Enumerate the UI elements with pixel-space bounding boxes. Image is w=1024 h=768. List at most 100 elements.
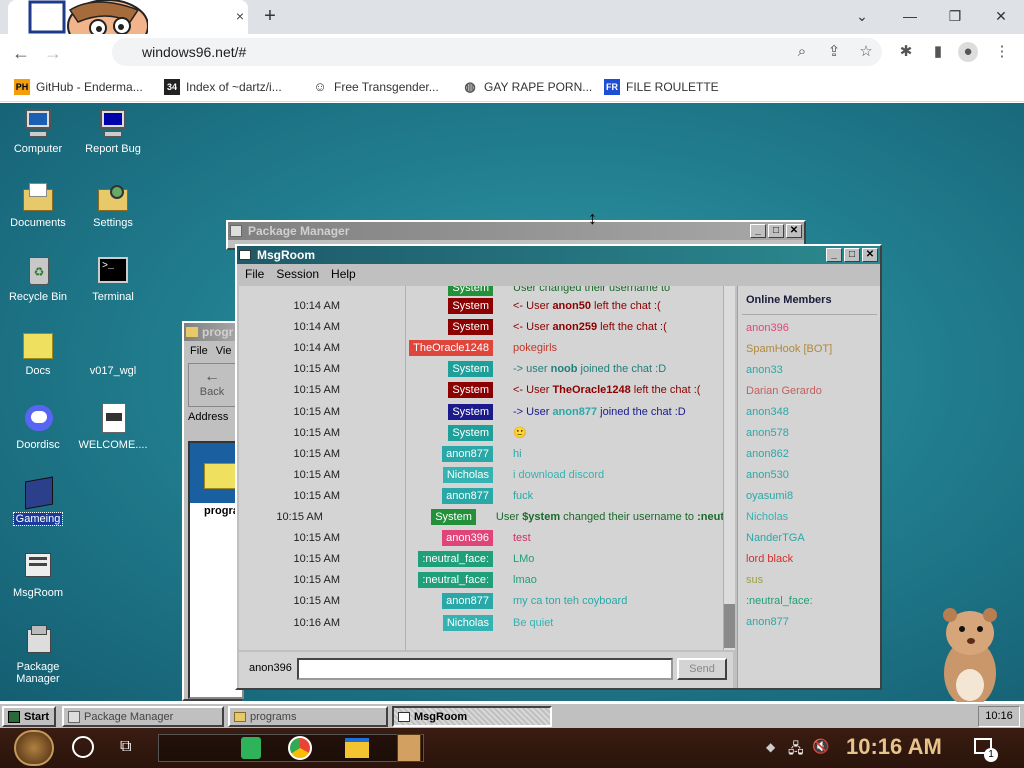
member-item[interactable]: anon348 bbox=[746, 406, 789, 418]
back-button[interactable]: ← Back bbox=[188, 363, 236, 407]
menu-kebab-icon[interactable]: ⋮ bbox=[992, 42, 1012, 62]
message-nick[interactable]: anon396 bbox=[442, 530, 493, 547]
message-nick[interactable]: System bbox=[448, 298, 493, 314]
close-window-icon[interactable]: ✕ bbox=[989, 6, 1013, 26]
network-icon[interactable]: 🖧 bbox=[788, 738, 804, 762]
member-item[interactable]: anon862 bbox=[746, 448, 789, 460]
new-tab-button[interactable]: + bbox=[260, 6, 280, 26]
desktop-icon-settings[interactable]: Settings bbox=[75, 181, 151, 229]
minimize-icon[interactable]: — bbox=[898, 6, 922, 26]
desktop-icon-doordisc[interactable]: Doordisc bbox=[0, 403, 76, 451]
member-item[interactable]: NanderTGA bbox=[746, 532, 805, 544]
host-clock[interactable]: 10:16 AM bbox=[846, 734, 942, 760]
member-item[interactable]: anon578 bbox=[746, 427, 789, 439]
tray-chevron-icon[interactable]: ◆ bbox=[766, 740, 775, 754]
member-item[interactable]: Darian Gerardo bbox=[746, 385, 822, 397]
search-circle-icon[interactable] bbox=[72, 736, 94, 758]
message-nick[interactable]: Nicholas bbox=[442, 614, 493, 631]
task-programs[interactable]: programs bbox=[228, 706, 388, 727]
browser-tab[interactable]: × bbox=[8, 0, 248, 53]
menu-file[interactable]: File bbox=[245, 267, 264, 281]
msgroom-titlebar[interactable]: MsgRoom _ □ ✕ bbox=[237, 246, 880, 264]
message-nick[interactable]: anon877 bbox=[442, 445, 493, 462]
maximize-icon[interactable]: □ bbox=[768, 224, 784, 238]
message-nick[interactable]: System bbox=[448, 403, 493, 420]
member-item[interactable]: :neutral_face: bbox=[746, 595, 813, 607]
minimize-icon[interactable]: _ bbox=[750, 224, 766, 238]
desktop-icon-msgroom[interactable]: MsgRoom bbox=[0, 551, 76, 599]
task-msgroom[interactable]: MsgRoom bbox=[392, 706, 552, 727]
sidebar-icon[interactable]: ▮ bbox=[928, 42, 948, 62]
start-orb-icon[interactable] bbox=[14, 730, 54, 766]
member-item[interactable]: anon877 bbox=[746, 616, 789, 628]
message-nick[interactable]: System bbox=[448, 424, 493, 441]
menu-help[interactable]: Help bbox=[331, 267, 356, 281]
task-view-icon[interactable]: ⧉ bbox=[120, 738, 131, 756]
member-item[interactable]: SpamHook [BOT] bbox=[746, 343, 832, 355]
file-explorer-icon[interactable] bbox=[345, 738, 369, 758]
bookmark-index[interactable]: 34 Index of ~dartz/i... bbox=[164, 78, 282, 96]
star-icon[interactable]: ☆ bbox=[856, 42, 876, 62]
desktop-icon-welcome[interactable]: WELCOME.... bbox=[75, 403, 151, 451]
desktop-icon-v017-wgl[interactable]: v017_wgl bbox=[75, 329, 151, 377]
chat-scrollbar[interactable] bbox=[723, 286, 735, 650]
message-input[interactable] bbox=[297, 658, 673, 680]
desktop-icon-terminal[interactable]: >_ Terminal bbox=[75, 255, 151, 303]
task-package-manager[interactable]: Package Manager bbox=[62, 706, 224, 727]
extensions-icon[interactable]: ✱ bbox=[896, 42, 916, 62]
message-nick[interactable]: System bbox=[448, 319, 493, 336]
desktop-icon-docs[interactable]: Docs bbox=[0, 329, 76, 377]
start-button[interactable]: Start bbox=[2, 706, 56, 727]
message-nick[interactable]: System bbox=[448, 361, 493, 378]
close-icon[interactable]: ✕ bbox=[862, 248, 878, 262]
member-item[interactable]: sus bbox=[746, 574, 763, 586]
member-item[interactable]: anon530 bbox=[746, 469, 789, 481]
desktop-icon-recycle-bin[interactable]: ♻ Recycle Bin bbox=[0, 255, 76, 303]
message-nick[interactable]: :neutral_face: bbox=[418, 572, 493, 589]
member-item[interactable]: Nicholas bbox=[746, 511, 788, 523]
programs-titlebar[interactable]: progr bbox=[184, 323, 240, 341]
forward-arrow-icon[interactable]: → bbox=[42, 42, 64, 64]
desktop-icon-documents[interactable]: Documents bbox=[0, 181, 76, 229]
sheets-icon[interactable] bbox=[241, 737, 261, 759]
desktop-icon-computer[interactable]: Computer bbox=[0, 107, 76, 155]
profile-icon[interactable]: ● bbox=[958, 42, 978, 62]
back-arrow-icon[interactable]: ← bbox=[10, 42, 32, 64]
bookmark-fourth[interactable]: ◍ GAY RAPE PORN... bbox=[462, 78, 592, 96]
bookmark-file-roulette[interactable]: FR FILE ROULETTE bbox=[604, 78, 719, 96]
maximize-icon[interactable]: □ bbox=[844, 248, 860, 262]
folder-icon[interactable] bbox=[204, 463, 236, 489]
message-nick[interactable]: :neutral_face: bbox=[418, 551, 493, 568]
restore-icon[interactable]: ❐ bbox=[943, 6, 967, 26]
close-icon[interactable]: ✕ bbox=[786, 224, 802, 238]
chat-log[interactable]: System User changed their username to 10:1… bbox=[239, 286, 733, 650]
tab-search-icon[interactable]: ⌄ bbox=[850, 6, 874, 26]
close-tab-icon[interactable]: × bbox=[232, 8, 248, 24]
member-item[interactable]: anon396 bbox=[746, 322, 789, 334]
desktop-icon-gameing[interactable]: Gameing bbox=[0, 476, 76, 526]
message-nick[interactable]: Nicholas bbox=[442, 466, 493, 483]
message-nick[interactable]: anon877 bbox=[442, 593, 493, 610]
chrome-icon[interactable] bbox=[288, 736, 312, 760]
message-nick[interactable]: anon877 bbox=[442, 487, 493, 504]
app-thumbnail-icon[interactable] bbox=[397, 734, 421, 762]
message-nick[interactable]: System bbox=[448, 382, 493, 399]
message-nick[interactable]: System bbox=[431, 509, 476, 525]
member-item[interactable]: oyasumi8 bbox=[746, 490, 793, 502]
package-manager-titlebar[interactable]: Package Manager _ □ ✕ bbox=[228, 222, 804, 240]
member-item[interactable]: lord black bbox=[746, 553, 793, 565]
bookmark-github[interactable]: PH GitHub - Enderma... bbox=[14, 78, 143, 96]
menu-session[interactable]: Session bbox=[276, 267, 319, 281]
message-nick[interactable]: TheOracle1248 bbox=[409, 340, 493, 357]
bookmark-free[interactable]: ☺ Free Transgender... bbox=[312, 78, 438, 96]
volume-muted-icon[interactable]: 🔇 bbox=[812, 738, 829, 755]
desktop-icon-report-bug[interactable]: Report Bug bbox=[75, 107, 151, 155]
member-item[interactable]: anon33 bbox=[746, 364, 783, 376]
send-button[interactable]: Send bbox=[677, 658, 727, 680]
minimize-icon[interactable]: _ bbox=[826, 248, 842, 262]
desktop-icon-package-manager[interactable]: Package Manager bbox=[0, 625, 76, 685]
url-text[interactable]: windows96.net/# bbox=[142, 44, 246, 60]
share-icon[interactable]: ⇪ bbox=[824, 42, 844, 62]
scrollbar-thumb[interactable] bbox=[724, 604, 735, 648]
search-icon[interactable]: ⌕ bbox=[792, 42, 812, 62]
